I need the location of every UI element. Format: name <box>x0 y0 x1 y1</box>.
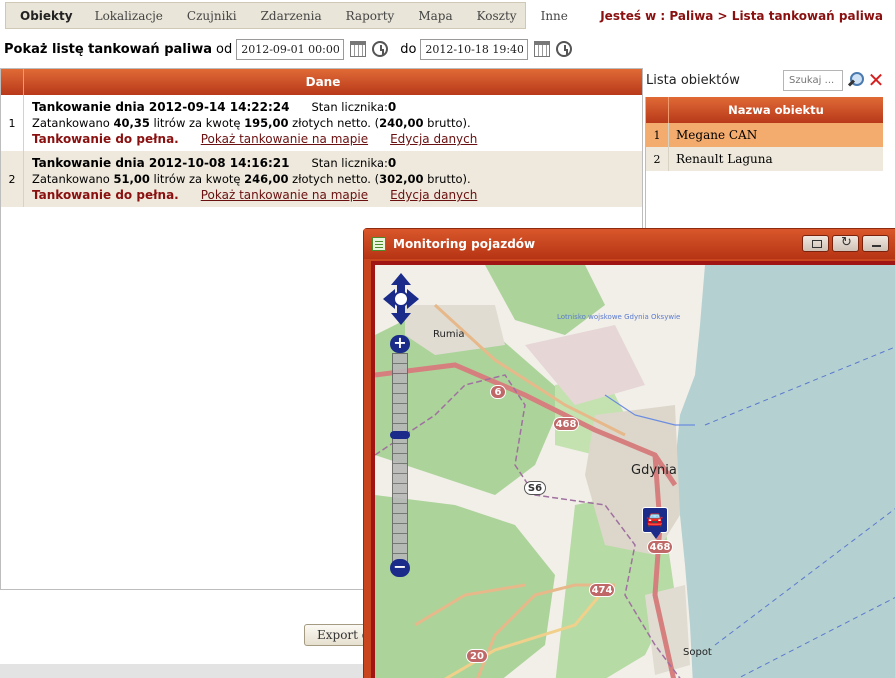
detail-text: Zatankowano <box>32 116 114 130</box>
menu-item-inne[interactable]: Inne <box>529 3 580 28</box>
filter-label: Pokaż listę tankowań paliwa <box>4 41 212 57</box>
detail-text: złotych netto. ( <box>288 172 380 186</box>
counter-label: Stan licznika: <box>311 100 388 114</box>
clock-icon[interactable] <box>556 41 573 57</box>
row-number: 2 <box>1 151 24 207</box>
object-row-selected[interactable]: 1 Megane CAN <box>646 123 883 147</box>
to-label: do <box>400 41 417 57</box>
full-tank-label: Tankowanie do pełna. <box>32 132 179 146</box>
minimize-button[interactable] <box>862 235 889 252</box>
menu-item-mapa[interactable]: Mapa <box>406 3 464 28</box>
menu-item-lokalizacje[interactable]: Lokalizacje <box>83 3 175 28</box>
window-buttons <box>802 235 889 252</box>
window-title: Monitoring pojazdów <box>393 237 536 251</box>
pan-arrows-icon[interactable] <box>383 273 419 325</box>
road-shield: 474 <box>589 583 615 597</box>
window-icon <box>372 237 386 251</box>
row-content: Tankowanie dnia 2012-10-08 14:16:21 Stan … <box>24 151 624 207</box>
net-value: 246,00 <box>244 172 289 186</box>
calendar-icon[interactable] <box>350 41 367 57</box>
show-on-map-link[interactable]: Pokaż tankowanie na mapie <box>201 132 368 146</box>
menu-item-czujniki[interactable]: Czujniki <box>175 3 249 28</box>
pin-window-button[interactable] <box>802 235 829 252</box>
object-name: Megane CAN <box>676 128 758 142</box>
road-shield: 6 <box>490 385 506 399</box>
map-label-gdynia: Gdynia <box>631 463 677 478</box>
vehicle-monitoring-window: Monitoring pojazdów ↻ Rumia Gdynia Sopot… <box>363 228 895 678</box>
grid-header: Dane <box>1 69 642 95</box>
row-number: 1 <box>1 95 24 151</box>
zoom-in-icon[interactable]: + <box>390 335 410 353</box>
counter-value: 0 <box>387 156 397 170</box>
gross-value: 240,00 <box>379 116 424 130</box>
counter-label: Stan licznika: <box>311 156 388 170</box>
detail-text: litrów za kwotę <box>149 172 245 186</box>
detail-text: litrów za kwotę <box>149 116 245 130</box>
map-frame: Rumia Gdynia Sopot Lotnisko wojskowe Gdy… <box>371 261 895 678</box>
grid-header-dane[interactable]: Dane <box>24 69 622 95</box>
objects-list-title: Lista obiektów <box>646 73 740 88</box>
edit-data-link[interactable]: Edycja danych <box>390 188 477 202</box>
show-on-map-link[interactable]: Pokaż tankowanie na mapie <box>201 188 368 202</box>
table-row: 1 Tankowanie dnia 2012-09-14 14:22:24 Sta… <box>1 95 642 151</box>
menu-item-raporty[interactable]: Raporty <box>334 3 407 28</box>
map-pan-control[interactable] <box>383 273 419 325</box>
zoom-slider-track[interactable] <box>392 353 408 569</box>
row-number: 1 <box>646 123 669 147</box>
grid-header-number-column <box>1 69 24 95</box>
zoom-slider-handle[interactable] <box>390 431 410 439</box>
liters-value: 40,35 <box>113 116 150 130</box>
detail-text: złotych netto. ( <box>288 116 380 130</box>
clear-search-icon[interactable]: ✕ <box>866 70 886 90</box>
full-tank-label: Tankowanie do pełna. <box>32 188 179 202</box>
refuel-title: Tankowanie dnia 2012-09-14 14:22:24 <box>32 100 290 114</box>
liters-value: 51,00 <box>113 172 150 186</box>
calendar-icon[interactable] <box>534 41 551 57</box>
refuel-title: Tankowanie dnia 2012-10-08 14:16:21 <box>32 156 290 170</box>
objects-header-number-column <box>646 97 669 123</box>
road-shield: 468 <box>553 417 579 431</box>
objects-grid-header: Nazwa obiektu <box>646 97 883 123</box>
road-shield: 468 <box>647 540 673 554</box>
zoom-out-icon[interactable]: − <box>390 559 410 577</box>
map-label-rumia: Rumia <box>433 329 465 340</box>
table-row: 2 Tankowanie dnia 2012-10-08 14:16:21 Sta… <box>1 151 642 207</box>
counter-value: 0 <box>387 100 397 114</box>
map-label-sopot: Sopot <box>683 647 712 658</box>
net-value: 195,00 <box>244 116 289 130</box>
road-shield: 20 <box>466 649 488 663</box>
main-menu: Obiekty Lokalizacje Czujniki Zdarzenia R… <box>5 2 568 29</box>
search-icon[interactable] <box>848 72 864 88</box>
map-label-airport: Lotnisko wojskowe Gdynia Oksywie <box>557 313 681 321</box>
menu-item-obiekty[interactable]: Obiekty <box>6 3 83 28</box>
date-from-input[interactable] <box>236 38 345 60</box>
detail-text: Zatankowano <box>32 172 114 186</box>
map-view[interactable]: Rumia Gdynia Sopot Lotnisko wojskowe Gdy… <box>375 265 895 678</box>
date-to-input[interactable] <box>420 38 529 60</box>
edit-data-link[interactable]: Edycja danych <box>390 132 477 146</box>
row-number: 2 <box>646 147 669 171</box>
vehicle-marker-icon[interactable]: 🚘 <box>642 507 668 539</box>
object-name: Renault Laguna <box>676 152 773 166</box>
road-shield: S6 <box>524 481 546 495</box>
gross-value: 302,00 <box>379 172 424 186</box>
objects-header-name[interactable]: Nazwa obiektu <box>669 97 883 123</box>
detail-text: brutto). <box>423 116 471 130</box>
objects-search-input[interactable] <box>783 70 843 91</box>
date-filter: Pokaż listę tankowań paliwa od do <box>4 38 573 60</box>
menu-item-zdarzenia[interactable]: Zdarzenia <box>249 3 334 28</box>
refresh-button[interactable] <box>832 235 859 252</box>
from-label: od <box>215 41 233 57</box>
clock-icon[interactable] <box>372 41 389 57</box>
detail-text: brutto). <box>423 172 471 186</box>
object-row[interactable]: 2 Renault Laguna <box>646 147 883 171</box>
row-content: Tankowanie dnia 2012-09-14 14:22:24 Stan … <box>24 95 624 151</box>
menu-item-koszty[interactable]: Koszty <box>465 3 529 28</box>
breadcrumb: Jesteś w : Paliwa > Lista tankowań paliw… <box>600 9 883 23</box>
